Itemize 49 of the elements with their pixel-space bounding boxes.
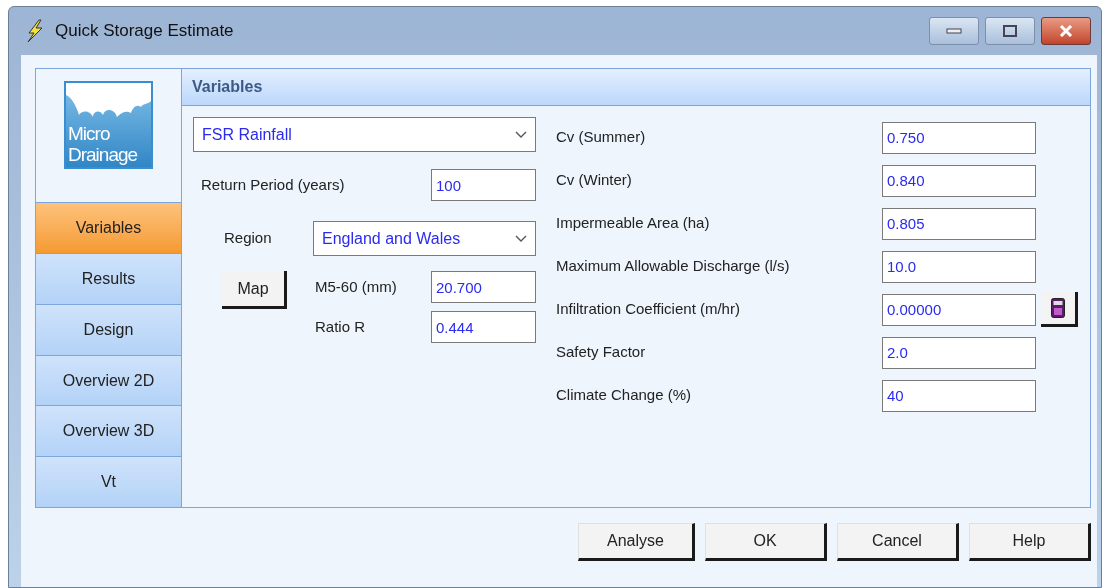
lightning-icon <box>25 19 45 43</box>
calculator-button[interactable] <box>1041 292 1078 327</box>
input-field[interactable]: 0.750 <box>882 121 1036 154</box>
maximize-button[interactable] <box>985 17 1035 45</box>
dropdown[interactable]: England and Wales <box>313 221 536 256</box>
field-label: Climate Change (%) <box>556 385 693 406</box>
field-label: Impermeable Area (ha) <box>556 213 711 234</box>
maximize-icon <box>1003 25 1017 37</box>
logo-text: Drainage <box>68 144 139 165</box>
field-label: Infiltration Coefficient (m/hr) <box>556 299 741 320</box>
field-label: Safety Factor <box>556 342 647 363</box>
sidebar-tab[interactable]: Results <box>36 253 181 304</box>
close-button[interactable] <box>1041 17 1091 45</box>
input-field[interactable]: 2.0 <box>882 336 1036 369</box>
chevron-down-icon <box>515 234 527 243</box>
sidebar-tab[interactable]: Variables <box>36 202 181 254</box>
dialog-button[interactable]: Help <box>969 523 1091 561</box>
input-field[interactable]: 10.0 <box>882 250 1036 283</box>
dialog-button[interactable]: Cancel <box>837 523 959 561</box>
close-icon <box>1059 25 1073 37</box>
sidebar-tab[interactable]: Design <box>36 303 181 355</box>
chevron-down-icon <box>515 130 527 139</box>
logo-text: Micro <box>68 123 111 144</box>
input-field[interactable]: 0.00000 <box>882 293 1036 326</box>
calculator-icon <box>1051 298 1065 318</box>
field-label: Return Period (years) <box>201 174 346 195</box>
field-label: Ratio R <box>315 316 367 337</box>
input-field[interactable]: 0.840 <box>882 164 1036 197</box>
field-label: Region <box>224 228 273 249</box>
window-title: Quick Storage Estimate <box>55 20 234 43</box>
field-label: M5-60 (mm) <box>315 276 398 297</box>
sidebar-tab[interactable]: Vt <box>36 456 181 507</box>
minimize-button[interactable] <box>929 17 979 45</box>
sidebar-tab[interactable]: Overview 2D <box>36 354 181 406</box>
input-field[interactable]: 0.444 <box>431 311 536 343</box>
input-field[interactable]: 100 <box>431 169 536 201</box>
dialog-button[interactable]: Analyse <box>578 523 695 561</box>
sidebar-tab[interactable]: Overview 3D <box>36 405 181 457</box>
input-field[interactable]: 20.700 <box>431 271 536 303</box>
map-button[interactable]: Map <box>222 271 287 309</box>
dropdown[interactable]: FSR Rainfall <box>193 117 536 152</box>
field-label: Cv (Winter) <box>556 170 633 191</box>
dialog-button[interactable]: OK <box>705 523 827 561</box>
field-label: Maximum Allowable Discharge (l/s) <box>556 256 791 277</box>
field-label: Cv (Summer) <box>556 127 647 148</box>
input-field[interactable]: 0.805 <box>882 207 1036 240</box>
minimize-icon <box>946 28 962 34</box>
input-field[interactable]: 40 <box>882 379 1036 412</box>
panel-header: Variables <box>182 69 1090 106</box>
